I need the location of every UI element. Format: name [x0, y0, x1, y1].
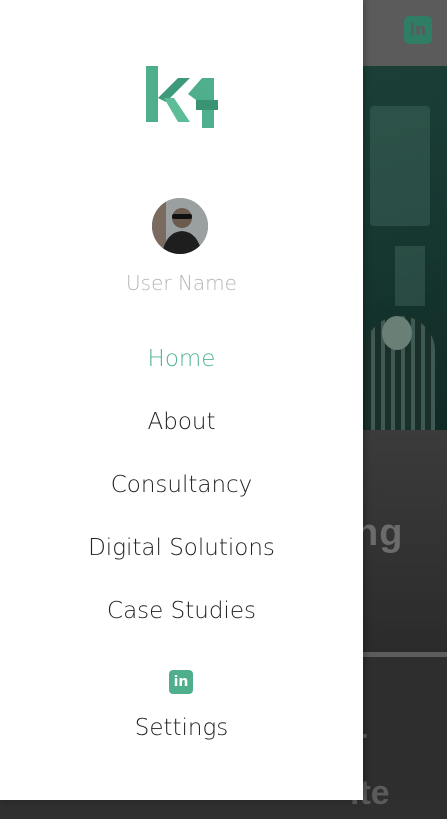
user-name: User Name: [126, 271, 237, 295]
navigation-drawer: User Name Home About Consultancy Digital…: [0, 0, 363, 800]
nav-item-digital-solutions[interactable]: Digital Solutions: [0, 533, 363, 563]
nav-item-about[interactable]: About: [0, 407, 363, 437]
linkedin-icon[interactable]: in: [169, 670, 193, 694]
nav-item-settings[interactable]: Settings: [0, 713, 363, 743]
hero-wall-shape: [370, 106, 430, 226]
hero-person-head: [382, 316, 412, 350]
nav-item-home[interactable]: Home: [0, 344, 363, 374]
linkedin-icon[interactable]: in: [404, 16, 432, 44]
avatar[interactable]: [152, 198, 208, 254]
hero-lamp-shape: [395, 246, 425, 306]
k4-logo: [146, 66, 218, 128]
nav-item-consultancy[interactable]: Consultancy: [0, 470, 363, 500]
nav-item-case-studies[interactable]: Case Studies: [0, 596, 363, 626]
